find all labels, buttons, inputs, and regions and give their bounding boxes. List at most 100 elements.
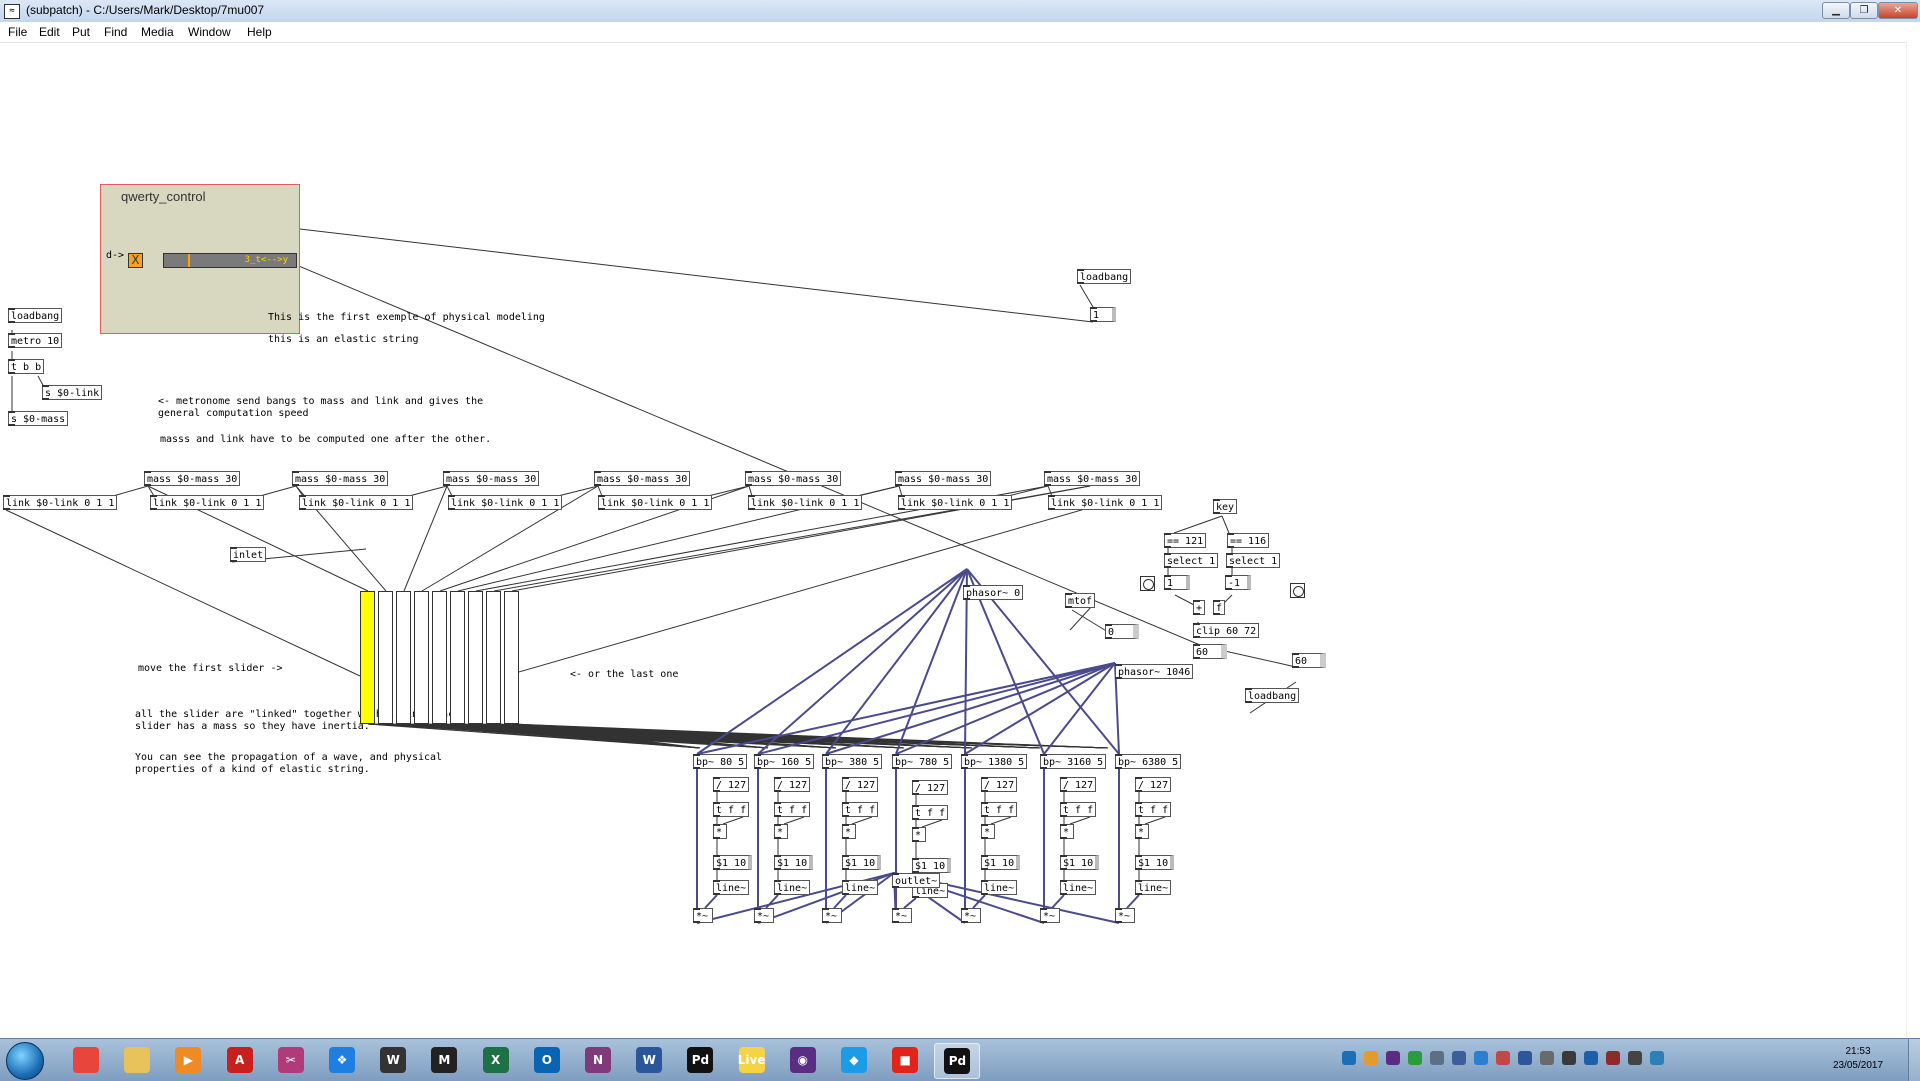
- taskbar-excel-button[interactable]: X: [474, 1043, 518, 1077]
- link-object[interactable]: link $0-link 0 1 1: [1048, 495, 1163, 510]
- clip-object[interactable]: clip 60 72: [1193, 623, 1260, 638]
- line-object[interactable]: line~: [713, 880, 750, 895]
- multiply-signal-object[interactable]: *~: [892, 908, 912, 923]
- menu-window[interactable]: Window: [188, 25, 231, 39]
- select-object[interactable]: select 1: [1226, 553, 1281, 568]
- multiply-signal-object[interactable]: *~: [693, 908, 713, 923]
- loadbang-object[interactable]: loadbang: [1245, 688, 1300, 703]
- multiply-signal-object[interactable]: *~: [961, 908, 981, 923]
- link-object[interactable]: link $0-link 0 1 1: [598, 495, 713, 510]
- send-link-object[interactable]: s $0-link: [42, 385, 103, 400]
- taskbar-dropbox-button[interactable]: ❖: [320, 1043, 364, 1077]
- vertical-slider[interactable]: [378, 591, 393, 724]
- tray-icon[interactable]: [1430, 1051, 1444, 1065]
- plus-object[interactable]: +: [1193, 600, 1206, 615]
- minimize-button[interactable]: ▁: [1822, 2, 1850, 19]
- float-object[interactable]: f: [1213, 600, 1226, 615]
- bang-button[interactable]: [1140, 576, 1155, 591]
- number-box[interactable]: 60: [1292, 653, 1326, 668]
- trigger-object[interactable]: t f f: [1060, 802, 1097, 817]
- mass-object[interactable]: mass $0-mass 30: [745, 471, 842, 486]
- menu-media[interactable]: Media: [141, 25, 174, 39]
- divide-object[interactable]: / 127: [842, 777, 879, 792]
- line-object[interactable]: line~: [1060, 880, 1097, 895]
- vertical-slider[interactable]: [396, 591, 411, 724]
- vertical-slider[interactable]: [414, 591, 429, 724]
- message-box[interactable]: $1 10: [1135, 855, 1175, 870]
- loadbang-object[interactable]: loadbang: [1077, 269, 1132, 284]
- mass-object[interactable]: mass $0-mass 30: [1044, 471, 1141, 486]
- bandpass-object[interactable]: bp~ 780 5: [892, 754, 953, 769]
- menu-find[interactable]: Find: [104, 25, 127, 39]
- link-object[interactable]: link $0-link 0 1 1: [299, 495, 414, 510]
- patch-canvas[interactable]: qwerty_control d-> X 3_t<-->y loadbang m…: [0, 42, 1906, 1038]
- link-object[interactable]: link $0-link 0 1 1: [748, 495, 863, 510]
- menu-put[interactable]: Put: [72, 25, 90, 39]
- close-button[interactable]: ✕: [1878, 2, 1918, 19]
- slider-knob[interactable]: [188, 254, 190, 267]
- menu-edit[interactable]: Edit: [39, 25, 60, 39]
- taskbar-pd-active-button[interactable]: Pd: [934, 1043, 981, 1079]
- vertical-slider[interactable]: [450, 591, 465, 724]
- multiply-object[interactable]: *: [912, 827, 926, 842]
- trigger-object[interactable]: t f f: [1135, 802, 1172, 817]
- bandpass-object[interactable]: bp~ 80 5: [693, 754, 748, 769]
- taskbar-pd-button[interactable]: Pd: [678, 1043, 722, 1077]
- outlet-object[interactable]: outlet~: [892, 873, 941, 888]
- multiply-object[interactable]: *: [713, 824, 727, 839]
- trigger-object[interactable]: t f f: [981, 802, 1018, 817]
- link-object[interactable]: link $0-link 0 1 1: [3, 495, 118, 510]
- taskbar-roblox-button[interactable]: ■: [883, 1043, 927, 1077]
- multiply-signal-object[interactable]: *~: [754, 908, 774, 923]
- trigger-object[interactable]: t f f: [912, 805, 949, 820]
- mass-object[interactable]: mass $0-mass 30: [144, 471, 241, 486]
- multiply-object[interactable]: *: [1060, 824, 1074, 839]
- mass-object[interactable]: mass $0-mass 30: [895, 471, 992, 486]
- taskbar-blue-app-button[interactable]: ◆: [832, 1043, 876, 1077]
- clock[interactable]: 21:53 23/05/2017: [1818, 1045, 1898, 1073]
- message-box[interactable]: $1 10: [912, 858, 952, 873]
- number-box[interactable]: 0: [1105, 624, 1139, 639]
- vertical-slider[interactable]: [468, 591, 483, 724]
- taskbar-snipping-button[interactable]: ✂: [269, 1043, 313, 1077]
- horizontal-slider[interactable]: 3_t<-->y: [163, 253, 297, 268]
- tray-icon[interactable]: [1342, 1051, 1356, 1065]
- vertical-slider[interactable]: [432, 591, 447, 724]
- tray-icon[interactable]: [1650, 1051, 1664, 1065]
- taskbar-eye-app-button[interactable]: ◉: [781, 1043, 825, 1077]
- vertical-slider[interactable]: [504, 591, 519, 724]
- taskbar-explorer-button[interactable]: [115, 1043, 159, 1077]
- taskbar-live-button[interactable]: Live: [730, 1043, 774, 1077]
- taskbar-waves-button[interactable]: W: [371, 1043, 415, 1077]
- start-button[interactable]: [6, 1042, 44, 1080]
- divide-object[interactable]: / 127: [912, 780, 949, 795]
- mass-object[interactable]: mass $0-mass 30: [443, 471, 540, 486]
- trigger-object[interactable]: t f f: [842, 802, 879, 817]
- taskbar-outlook-button[interactable]: O: [525, 1043, 569, 1077]
- message-box[interactable]: -1: [1225, 575, 1251, 590]
- mtof-object[interactable]: mtof: [1065, 593, 1096, 608]
- tray-icon[interactable]: [1408, 1051, 1422, 1065]
- mass-object[interactable]: mass $0-mass 30: [292, 471, 389, 486]
- message-box[interactable]: $1 10: [774, 855, 814, 870]
- trigger-object[interactable]: t f f: [774, 802, 811, 817]
- taskbar-max-button[interactable]: M: [422, 1043, 466, 1077]
- taskbar-word-button[interactable]: W: [627, 1043, 671, 1077]
- phasor-object[interactable]: phasor~ 0: [963, 585, 1024, 600]
- bandpass-object[interactable]: bp~ 3160 5: [1040, 754, 1107, 769]
- line-object[interactable]: line~: [1135, 880, 1172, 895]
- divide-object[interactable]: / 127: [774, 777, 811, 792]
- vertical-slider[interactable]: [360, 591, 375, 724]
- metro-object[interactable]: metro 10: [8, 333, 63, 348]
- message-box[interactable]: $1 10: [1060, 855, 1100, 870]
- multiply-object[interactable]: *: [981, 824, 995, 839]
- trigger-object[interactable]: t f f: [713, 802, 750, 817]
- message-box[interactable]: 1: [1090, 307, 1116, 322]
- send-mass-object[interactable]: s $0-mass: [8, 411, 69, 426]
- select-object[interactable]: select 1: [1164, 553, 1219, 568]
- multiply-signal-object[interactable]: *~: [822, 908, 842, 923]
- phasor-object[interactable]: phasor~ 1046: [1115, 664, 1194, 679]
- trigger-object[interactable]: t b b: [8, 359, 45, 374]
- tray-icon[interactable]: [1364, 1051, 1378, 1065]
- show-desktop-button[interactable]: [1908, 1039, 1920, 1081]
